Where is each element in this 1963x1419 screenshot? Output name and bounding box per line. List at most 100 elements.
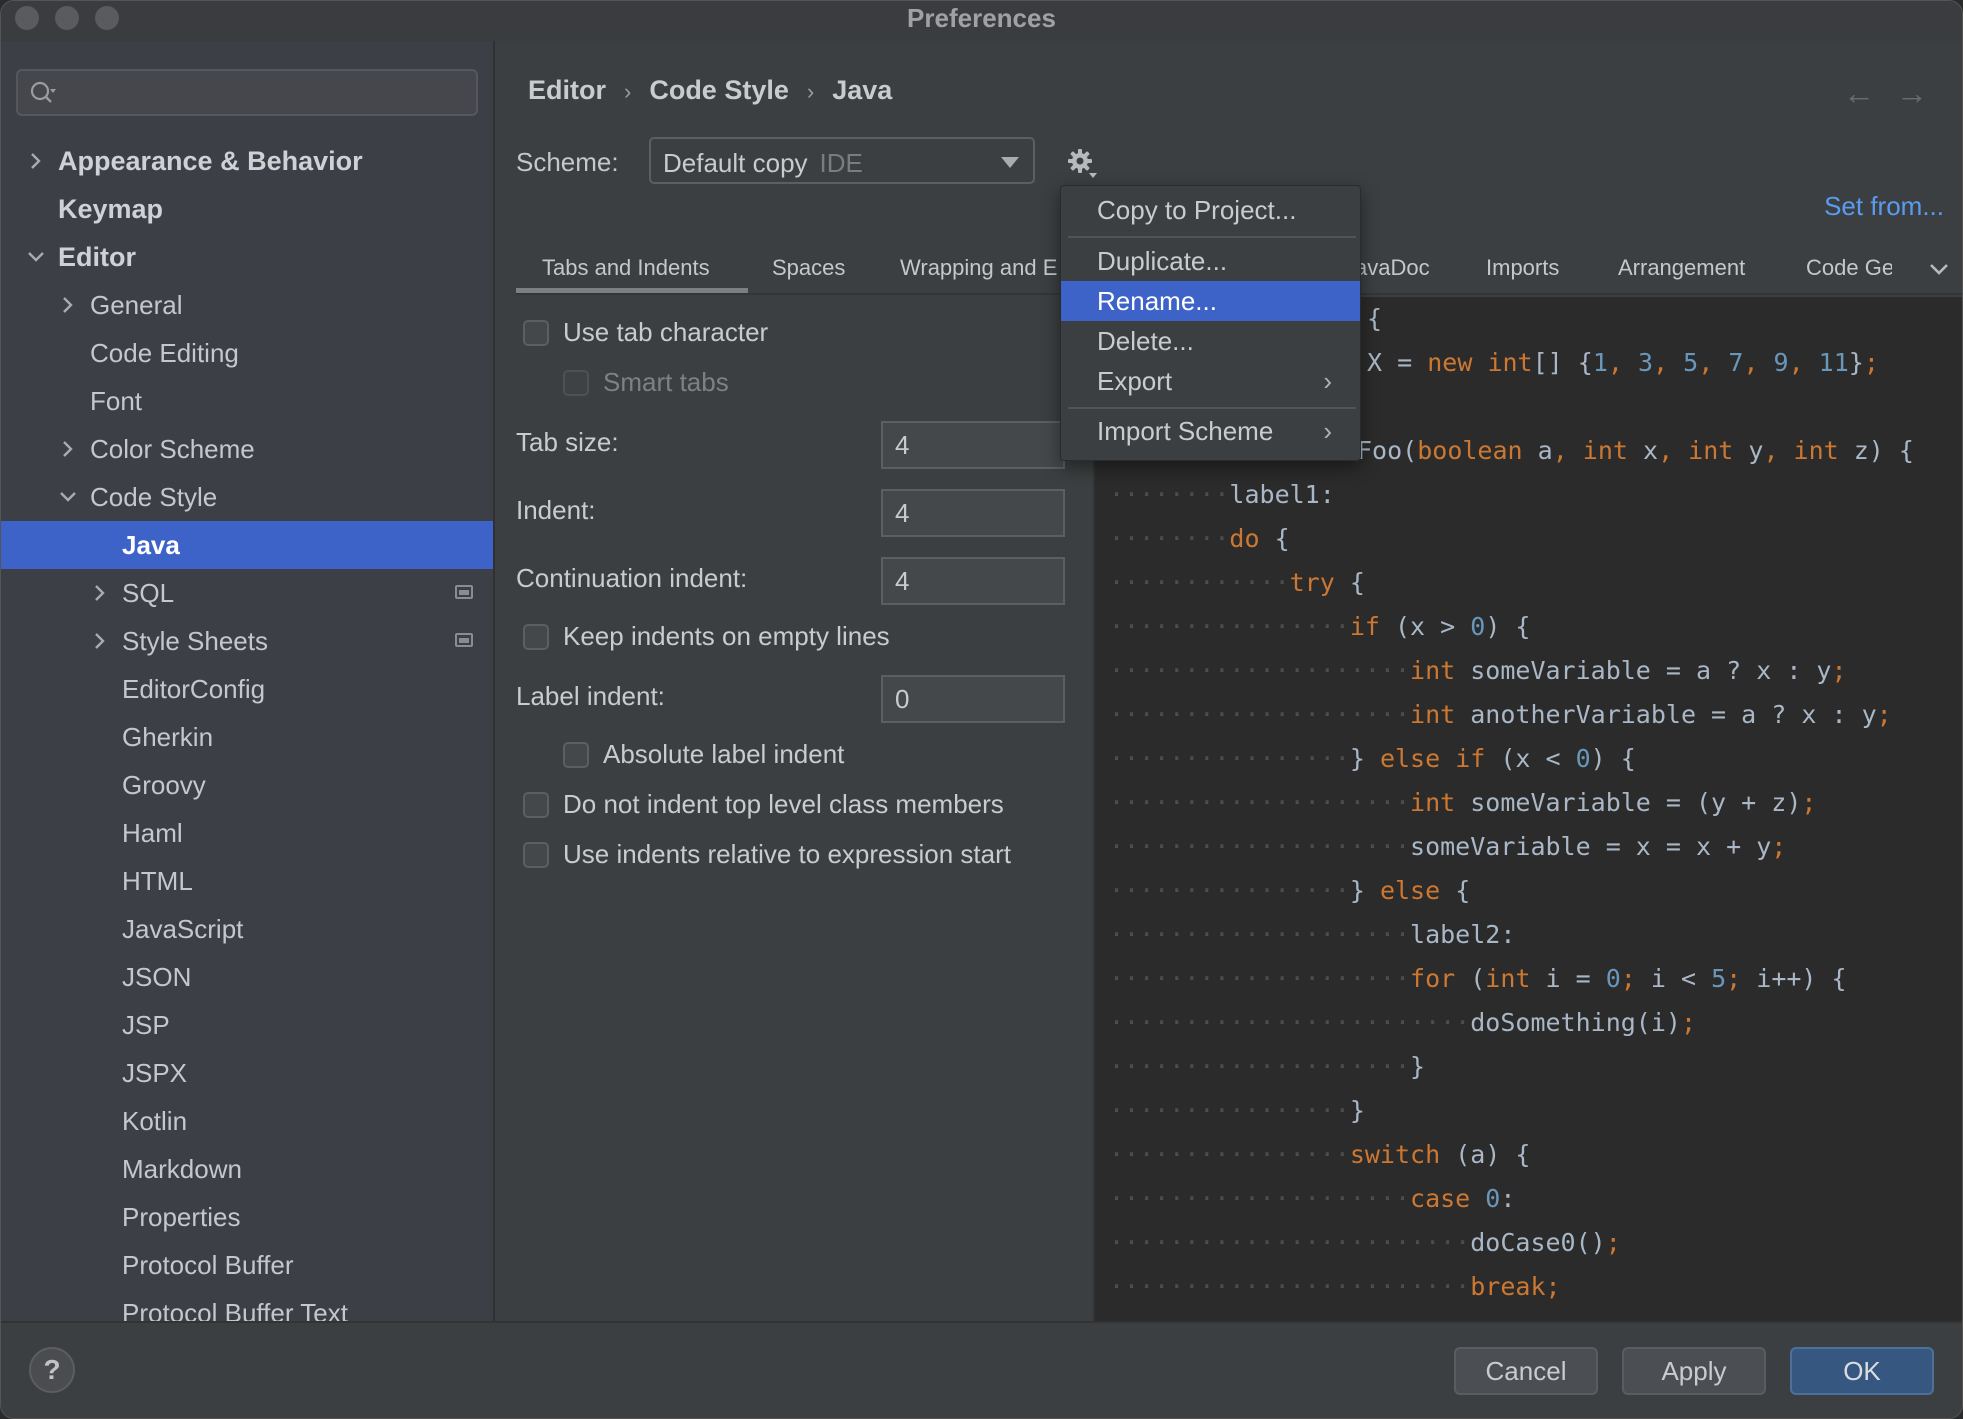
code-token: i < [1650, 964, 1712, 993]
sidebar-item-protocol-buffer[interactable]: Protocol Buffer [1, 1241, 493, 1289]
code-line: { [1367, 297, 1382, 341]
gear-icon[interactable] [1065, 146, 1099, 180]
sidebar-item-editor[interactable]: Editor [1, 233, 493, 281]
tab-arrangement[interactable]: Arrangement [1618, 255, 1745, 281]
sidebar-item-code-style[interactable]: Code Style [1, 473, 493, 521]
back-arrow-icon[interactable]: ← [1843, 75, 1875, 112]
checkbox-box[interactable] [523, 841, 549, 868]
sidebar-item-jsp[interactable]: JSP [1, 1001, 493, 1049]
sidebar-item-color-scheme[interactable]: Color Scheme [1, 425, 493, 473]
sidebar-item-font[interactable]: Font [1, 377, 493, 425]
checkbox-box[interactable] [563, 741, 589, 768]
cancel-button[interactable]: Cancel [1454, 1347, 1598, 1395]
code-token: , [1607, 348, 1638, 377]
sidebar-item-groovy[interactable]: Groovy [1, 761, 493, 809]
chevron-right-icon[interactable] [25, 137, 47, 185]
code-line: Foo(boolean a, int x, int y, int z) { [1357, 429, 1914, 473]
continuation-indent-input[interactable] [881, 557, 1065, 605]
smart-tabs-checkbox[interactable]: Smart tabs [563, 367, 729, 398]
code-token: 7 [1728, 348, 1744, 377]
sidebar-item-label: Editor [58, 242, 136, 272]
ok-button[interactable]: OK [1790, 1347, 1934, 1395]
chevron-right-icon[interactable] [57, 425, 79, 473]
chevron-right-icon[interactable] [89, 617, 111, 665]
checkbox-label: Use indents relative to expression start [563, 839, 1011, 869]
sidebar-item-gherkin[interactable]: Gherkin [1, 713, 493, 761]
menu-item-copy-to-project[interactable]: Copy to Project... [1061, 190, 1360, 230]
code-token: someVariable = x = x + y [1410, 832, 1772, 861]
breadcrumb-code-style[interactable]: Code Style [649, 75, 789, 105]
sidebar-item-style-sheets[interactable]: Style Sheets [1, 617, 493, 665]
sidebar-item-appearance-behavior[interactable]: Appearance & Behavior [1, 137, 493, 185]
sidebar-item-keymap[interactable]: Keymap [1, 185, 493, 233]
sidebar-item-sql[interactable]: SQL [1, 569, 493, 617]
chevron-right-icon[interactable] [57, 281, 79, 329]
sidebar-item-html[interactable]: HTML [1, 857, 493, 905]
sidebar-item-properties[interactable]: Properties [1, 1193, 493, 1241]
menu-item-import-scheme[interactable]: Import Scheme › [1061, 411, 1360, 451]
label-indent-input[interactable] [881, 675, 1065, 723]
code-line: ········do { [1109, 517, 1290, 561]
do-not-indent-top-level-checkbox[interactable]: Do not indent top level class members [523, 789, 1004, 820]
tab-imports[interactable]: Imports [1486, 255, 1559, 281]
menu-item-delete[interactable]: Delete... [1061, 321, 1360, 361]
sidebar-item-jspx[interactable]: JSPX [1, 1049, 493, 1097]
sidebar-item-java[interactable]: Java [1, 521, 493, 569]
whitespace-dots: ················ [1109, 744, 1350, 773]
tab-javadoc[interactable]: avaDoc [1355, 255, 1430, 281]
menu-item-duplicate[interactable]: Duplicate... [1061, 241, 1360, 281]
menu-item-rename[interactable]: Rename... [1061, 281, 1360, 321]
absolute-label-indent-checkbox[interactable]: Absolute label indent [563, 739, 844, 770]
tab-tabs-and-indents[interactable]: Tabs and Indents [542, 255, 710, 281]
checkbox-label: Use tab character [563, 317, 769, 347]
sidebar-item-general[interactable]: General [1, 281, 493, 329]
indent-input[interactable] [881, 489, 1065, 537]
tab-size-label: Tab size: [516, 427, 619, 457]
breadcrumb-editor[interactable]: Editor [528, 75, 606, 105]
chevron-right-icon[interactable] [89, 569, 111, 617]
code-token: int [1582, 436, 1628, 465]
code-line: ················} else if (x < 0) { [1109, 737, 1636, 781]
whitespace-dots: ················ [1109, 612, 1350, 641]
tab-spaces[interactable]: Spaces [772, 255, 845, 281]
sidebar-item-label: Code Style [90, 482, 218, 512]
help-button[interactable]: ? [29, 1347, 75, 1393]
code-line: X = new int[] {1, 3, 5, 7, 9, 11}; [1367, 341, 1879, 385]
tab-size-input[interactable] [881, 421, 1065, 469]
menu-item-export[interactable]: Export › [1061, 361, 1360, 401]
code-token: 0 [1605, 964, 1621, 993]
chevron-down-icon[interactable] [1926, 257, 1952, 281]
code-token: ) { [1485, 612, 1531, 641]
settings-search[interactable] [16, 69, 478, 116]
sidebar-item-json[interactable]: JSON [1, 953, 493, 1001]
code-line: ····················label2: [1109, 913, 1515, 957]
code-line: ················switch (a) { [1109, 1133, 1530, 1177]
checkbox-box[interactable] [523, 319, 549, 346]
sidebar-item-kotlin[interactable]: Kotlin [1, 1097, 493, 1145]
sidebar-item-markdown[interactable]: Markdown [1, 1145, 493, 1193]
keep-indents-empty-lines-checkbox[interactable]: Keep indents on empty lines [523, 621, 890, 652]
use-tab-character-checkbox[interactable]: Use tab character [523, 317, 768, 348]
scheme-dropdown[interactable]: Default copy IDE [649, 137, 1035, 184]
search-input[interactable] [66, 75, 466, 111]
chevron-down-icon[interactable] [57, 473, 79, 521]
sidebar-item-javascript[interactable]: JavaScript [1, 905, 493, 953]
chevron-down-icon[interactable] [25, 233, 47, 281]
checkbox-box[interactable] [563, 369, 589, 396]
sidebar-item-haml[interactable]: Haml [1, 809, 493, 857]
set-from-link[interactable]: Set from... [1824, 191, 1944, 222]
code-token: } [1349, 876, 1380, 905]
checkbox-box[interactable] [523, 623, 549, 650]
code-token: [] { [1532, 348, 1593, 377]
whitespace-dots: ············ [1109, 568, 1290, 597]
tab-wrapping-and-braces[interactable]: Wrapping and E [900, 255, 1057, 281]
indents-relative-expression-checkbox[interactable]: Use indents relative to expression start [523, 839, 1011, 870]
code-token: someVariable = a ? x : y [1455, 656, 1832, 685]
forward-arrow-icon[interactable]: → [1896, 75, 1928, 112]
tab-code-generation[interactable]: Code Ge [1806, 255, 1892, 281]
apply-button[interactable]: Apply [1622, 1347, 1766, 1395]
sidebar-item-editorconfig[interactable]: EditorConfig [1, 665, 493, 713]
sidebar-item-code-editing[interactable]: Code Editing [1, 329, 493, 377]
checkbox-box[interactable] [523, 791, 549, 818]
sidebar-item-label: EditorConfig [122, 674, 266, 704]
